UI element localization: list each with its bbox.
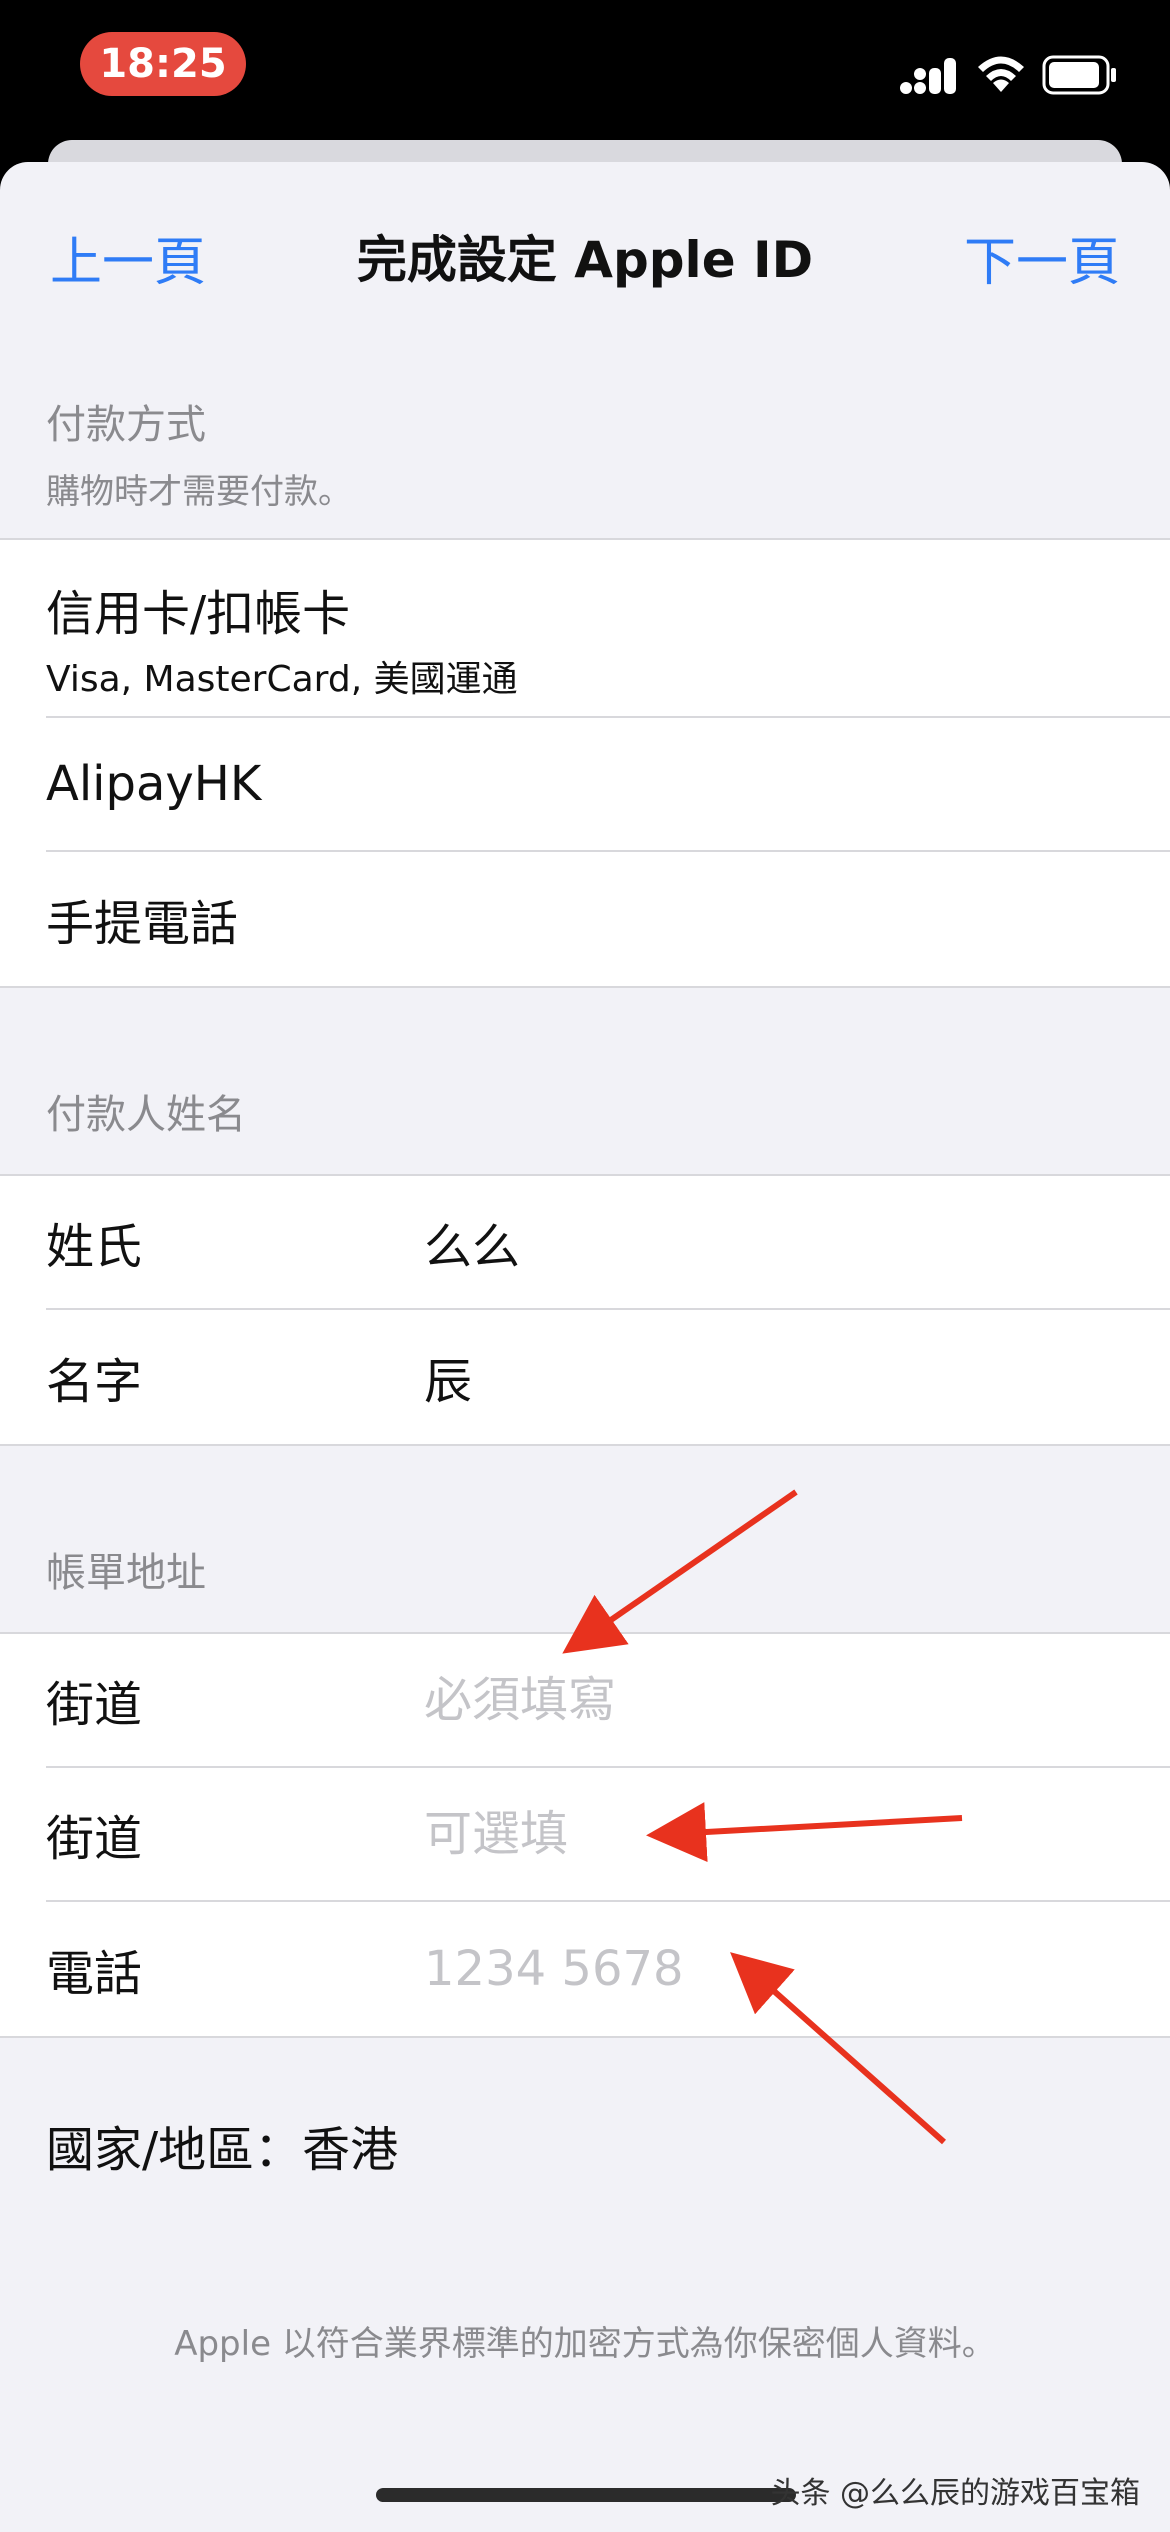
status-bar: 18:25 [0,0,1170,140]
phone-row[interactable]: 電話 [46,1902,1170,2036]
payer-name-list: 姓氏 么么 名字 辰 [0,1174,1170,1446]
street1-row[interactable]: 街道 [46,1634,1170,1768]
first-name-label: 名字 [46,1354,143,1410]
payment-option-label: 信用卡/扣帳卡 [46,586,351,642]
last-name-row[interactable]: 姓氏 么么 [46,1176,1170,1310]
first-name-row[interactable]: 名字 辰 [46,1310,1170,1444]
setup-sheet: 上一頁 完成設定 Apple ID 下一頁 付款方式 購物時才需要付款。 信用卡… [0,162,1170,2532]
payment-subheader: 購物時才需要付款。 [46,472,352,512]
billing-section-header: 帳單地址 [0,1540,1170,1610]
first-name-value[interactable]: 辰 [424,1342,472,1412]
payment-option-label: AlipayHK [46,756,262,812]
signal-icon [900,58,956,94]
privacy-note: Apple 以符合業界標準的加密方式為你保密個人資料。 [174,2324,996,2364]
payment-options-list: 信用卡/扣帳卡 Visa, MasterCard, 美國運通 AlipayHK … [0,538,1170,988]
payment-option-card[interactable]: 信用卡/扣帳卡 Visa, MasterCard, 美國運通 [46,540,1170,718]
phone-label: 電話 [46,1946,143,2002]
watermark: 头条 @么么辰的游戏百宝箱 [770,2476,1140,2511]
billing-header: 帳單地址 [46,1550,206,1596]
next-button[interactable]: 下一頁 [964,220,1120,295]
last-name-label: 姓氏 [46,1219,143,1275]
payment-option-label: 手提電話 [46,896,239,952]
last-name-value[interactable]: 么么 [424,1207,520,1277]
street2-input[interactable] [424,1806,1124,1862]
payment-section-header: 付款方式 購物時才需要付款。 [0,392,1170,516]
payment-header: 付款方式 [46,402,206,448]
payment-option-sub: Visa, MasterCard, 美國運通 [46,659,518,700]
street1-input[interactable] [424,1672,1124,1728]
navigation-bar: 上一頁 完成設定 Apple ID 下一頁 [0,162,1170,348]
home-indicator[interactable] [376,2488,796,2502]
payment-option-mobile[interactable]: 手提電話 [46,852,1170,986]
payer-name-header: 付款人姓名 [46,1092,246,1138]
battery-icon [1042,55,1116,95]
street2-label: 街道 [46,1811,143,1867]
phone-screen: 18:25 上一頁 完成設定 Apple ID 下一頁 付款方式 購物時才需要付… [0,0,1170,2532]
street2-row[interactable]: 街道 [46,1768,1170,1902]
country-region[interactable]: 國家/地區：香港 [0,2110,1170,2180]
billing-address-list: 街道 街道 電話 [0,1632,1170,2038]
status-time: 18:25 [80,32,246,96]
street1-label: 街道 [46,1677,143,1733]
payment-option-alipayhk[interactable]: AlipayHK [46,718,1170,852]
status-icons [898,50,1118,100]
wifi-icon [978,56,1024,92]
phone-input[interactable] [424,1941,1124,1997]
payer-name-section-header: 付款人姓名 [0,1082,1170,1152]
